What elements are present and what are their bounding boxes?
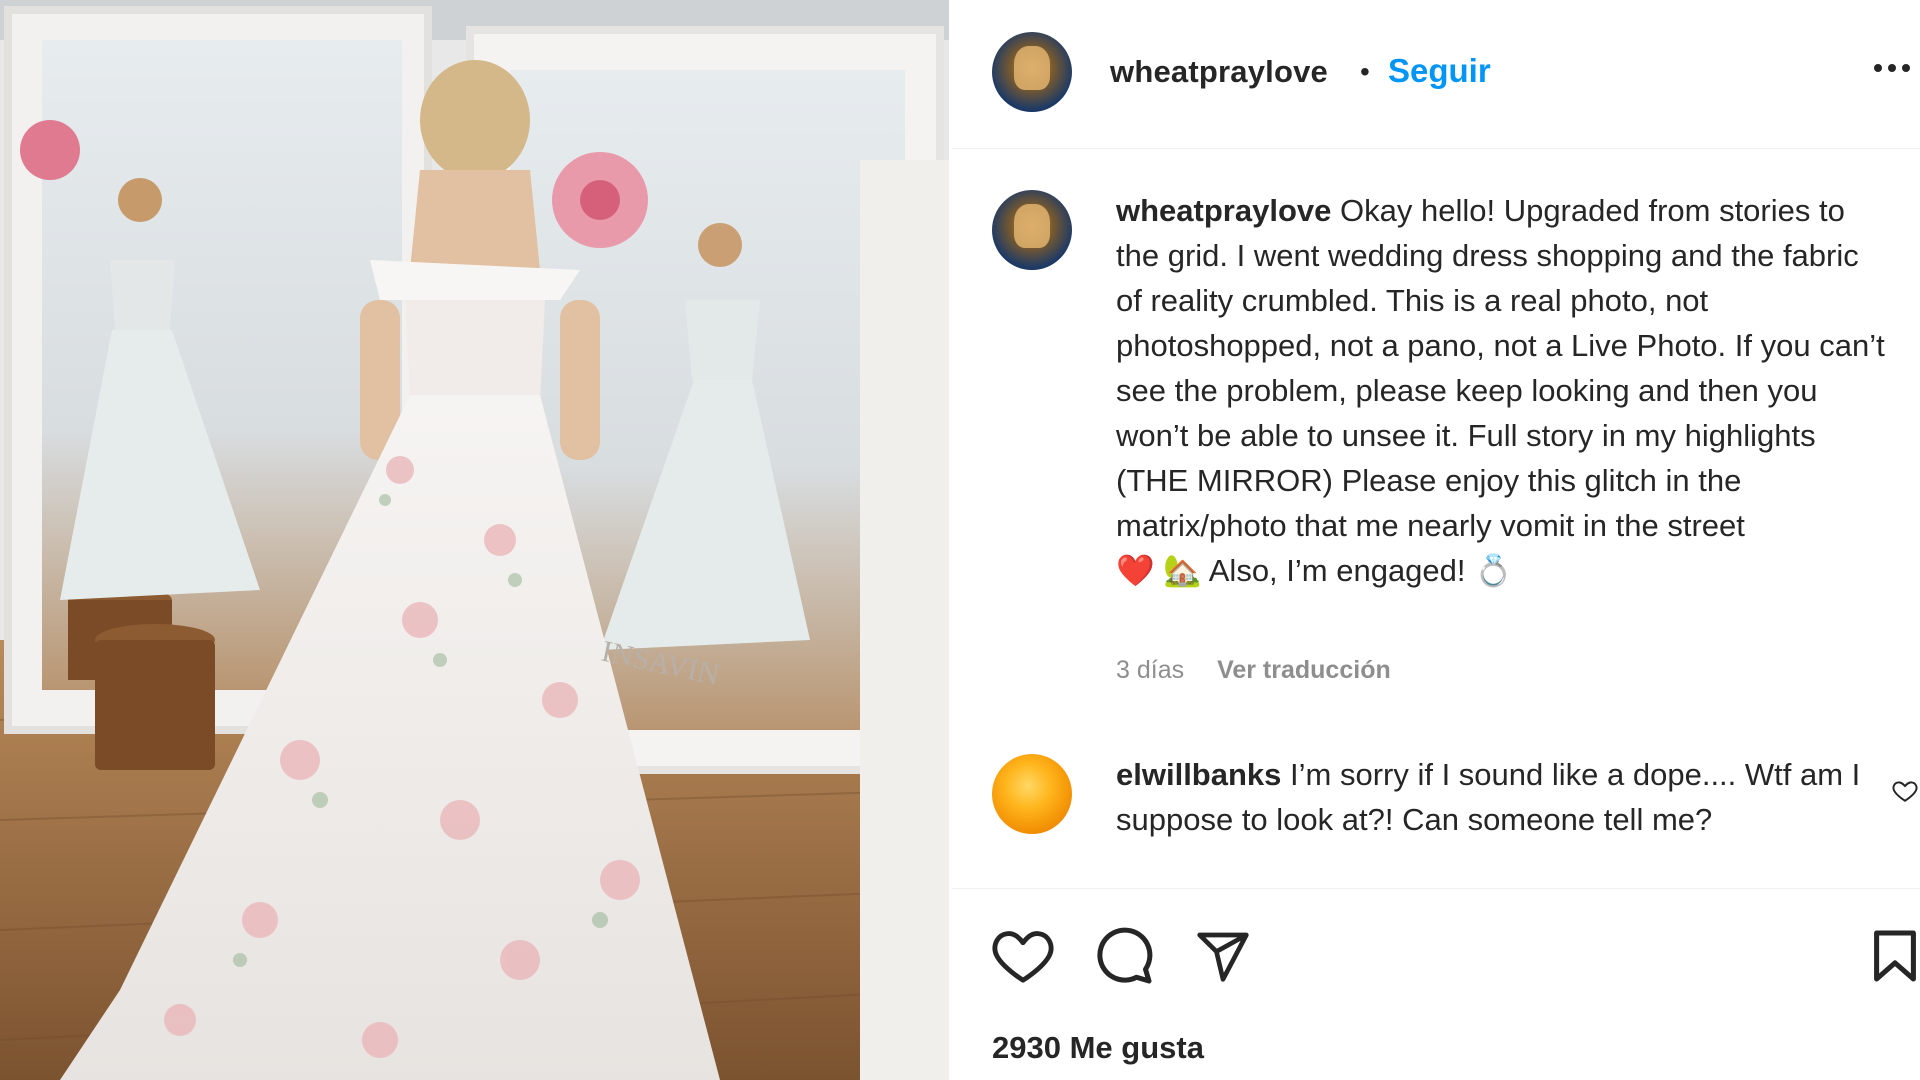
caption-meta: 3 días Ver traducción [1116,656,1391,685]
ring-emoji: 💍 [1474,553,1513,588]
photo-illustration: INSAVIN [0,0,949,1080]
post-caption: wheatpraylove Okay hello! Upgraded from … [1116,188,1891,593]
divider [952,888,1920,889]
heart-icon[interactable] [992,928,1054,984]
commenter-avatar[interactable] [992,754,1072,834]
house-emoji: 🏡 [1163,553,1202,588]
comment: elwillbanks I’m sorry if I sound like a … [1116,752,1876,842]
separator-dot: • [1360,56,1370,87]
bookmark-icon[interactable] [1872,928,1918,984]
post-details-panel: wheatpraylove • Seguir wheatpraylove Oka… [952,0,1920,1080]
comment-icon[interactable] [1094,926,1154,986]
caption-username[interactable]: wheatpraylove [1116,193,1331,228]
post-header: wheatpraylove • Seguir [952,0,1920,149]
post-time[interactable]: 3 días [1116,656,1184,684]
caption-text: Okay hello! Upgraded from stories to the… [1116,193,1885,543]
more-options-icon[interactable] [1874,56,1920,80]
send-icon[interactable] [1194,928,1252,984]
heart-emoji: ❤️ [1116,553,1155,588]
comment-like-heart-icon[interactable] [1892,778,1918,804]
follow-button[interactable]: Seguir [1388,52,1491,90]
post-photo[interactable]: INSAVIN [0,0,949,1080]
translate-link[interactable]: Ver traducción [1217,656,1391,684]
header-username[interactable]: wheatpraylove [1110,54,1328,90]
likes-count[interactable]: 2930 Me gusta [992,1030,1204,1066]
caption-text-2: Also, I’m engaged! [1208,553,1466,588]
comment-username[interactable]: elwillbanks [1116,757,1281,792]
avatar[interactable] [992,32,1072,112]
caption-avatar[interactable] [992,190,1072,270]
